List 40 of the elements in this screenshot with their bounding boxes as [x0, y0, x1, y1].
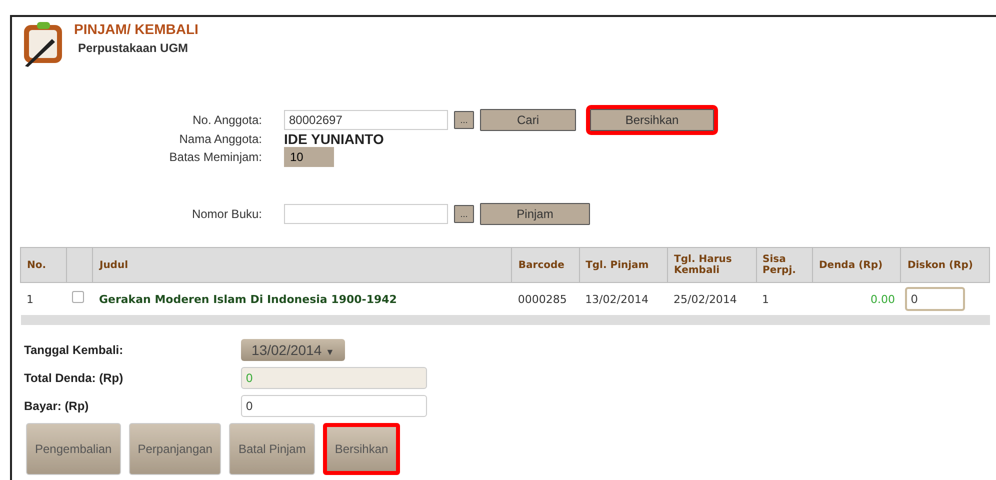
column-header: Tgl. Pinjam — [579, 248, 668, 282]
action-button[interactable]: Batal Pinjam — [229, 423, 315, 475]
browse-button[interactable]: ... — [454, 111, 474, 129]
return-date-dropdown[interactable]: 13/02/2014 ▼ — [241, 339, 345, 361]
table-cell: 1 — [756, 282, 812, 320]
book-title: Gerakan Moderen Islam Di Indonesia 1900-1942 — [98, 292, 397, 306]
row-checkbox[interactable] — [72, 290, 84, 302]
discount-field[interactable]: 0 — [904, 287, 965, 311]
column-header: Sisa Perpj. — [756, 248, 812, 282]
search-button[interactable]: Cari — [480, 109, 576, 131]
member-number-field[interactable]: 80002697 — [284, 110, 448, 130]
action-button[interactable]: Pengembalian — [26, 423, 121, 475]
action-button[interactable]: Bersihkan — [322, 423, 400, 475]
loan-limit: 10 — [284, 147, 334, 167]
payment-field[interactable]: 0 — [241, 395, 427, 417]
column-header: Denda (Rp) — [812, 248, 901, 282]
column-header: Barcode — [512, 248, 580, 282]
table-cell: 1 — [20, 282, 66, 320]
table-cell: 25/02/2014 — [668, 282, 756, 320]
member-name: IDE YUNIANTO — [284, 131, 385, 147]
field-label: Bayar: (Rp) — [24, 399, 90, 413]
column-header: Judul — [92, 248, 512, 282]
field-label: Tanggal Kembali: — [24, 343, 124, 357]
page-title: PINJAM/ KEMBALI — [74, 21, 198, 37]
table-cell: 13/02/2014 — [579, 282, 668, 320]
browse-button[interactable]: ... — [454, 205, 474, 223]
field-label: Total Denda: (Rp) — [24, 371, 124, 385]
action-button[interactable]: Perpanjangan — [128, 423, 222, 475]
borrow-button[interactable]: Pinjam — [480, 203, 590, 225]
field-label: Nomor Buku: — [190, 207, 262, 221]
field-label: No. Anggota: — [192, 113, 262, 127]
column-header: Diskon (Rp) — [900, 248, 990, 282]
column-header: Tgl. Harus Kembali — [668, 248, 756, 282]
table-cell: 0000285 — [512, 282, 580, 320]
field-label: Nama Anggota: — [178, 132, 262, 146]
book-number-field[interactable] — [284, 204, 448, 224]
library-name: Perpustakaan UGM — [78, 41, 190, 55]
column-header: No. — [20, 248, 66, 282]
total-fine-field: 0 — [241, 367, 427, 389]
field-label: Batas Meminjam: — [168, 150, 262, 164]
